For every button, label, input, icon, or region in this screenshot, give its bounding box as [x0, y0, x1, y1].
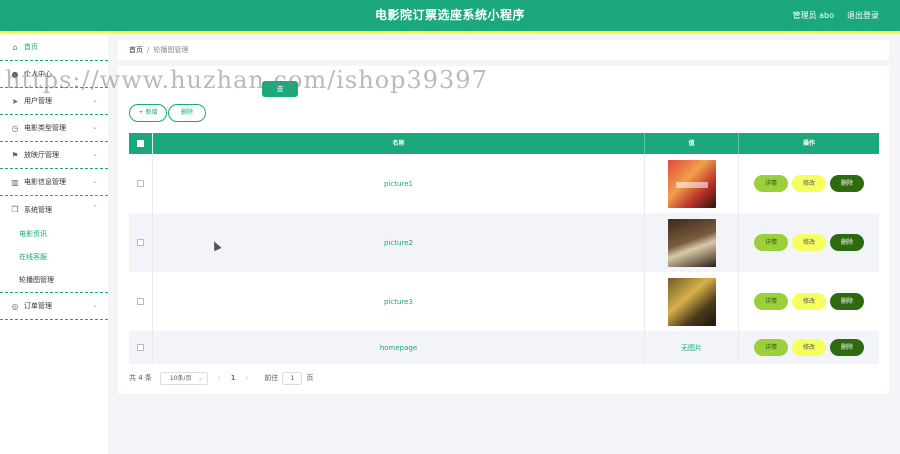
no-image-text: 无图片 — [681, 343, 702, 352]
sidebar-item-label: 用户管理 — [24, 97, 52, 105]
row-checkbox[interactable] — [137, 344, 144, 351]
row-checkbox[interactable] — [137, 180, 144, 187]
table-header: 名称 值 操作 — [129, 133, 879, 154]
add-button[interactable]: + 新增 — [129, 104, 167, 122]
search-button[interactable]: 查 — [262, 81, 298, 97]
detail-button[interactable]: 详情 — [754, 339, 788, 356]
app-title: 电影院订票选座系统小程序 — [374, 8, 525, 22]
goto-label: 前往 — [264, 374, 279, 382]
current-user: 管理员 abo — [792, 11, 834, 20]
header-name: 名称 — [153, 133, 645, 154]
chevron-down-icon: ⌄ — [92, 150, 98, 158]
breadcrumb-current: 轮播图管理 — [153, 46, 189, 54]
total-count: 共 4 条 — [129, 374, 152, 382]
delete-button[interactable]: 删除 — [830, 175, 864, 192]
header-value: 值 — [645, 133, 739, 154]
sidebar-subitem-support[interactable]: 在线客服 — [0, 246, 108, 269]
batch-delete-button[interactable]: 删除 — [168, 104, 206, 122]
detail-button[interactable]: 详情 — [754, 293, 788, 310]
sidebar-item-halls[interactable]: ⚑ 放映厅管理 ⌄ — [0, 142, 108, 169]
clock-icon: ◷ — [11, 123, 19, 133]
chevron-down-icon: ⌄ — [92, 96, 98, 104]
logout-link[interactable]: 退出登录 — [847, 0, 879, 31]
globe-icon: ◎ — [11, 301, 19, 311]
page-size-select[interactable]: 10条/页 ⌄ — [159, 371, 208, 385]
sidebar-item-system[interactable]: ❐ 系统管理 ⌃ — [0, 196, 108, 223]
breadcrumb: 首页 / 轮播图管理 — [118, 40, 889, 60]
sidebar-item-label: 系统管理 — [24, 205, 52, 214]
row-name: picture1 — [384, 179, 413, 188]
delete-button[interactable]: 删除 — [830, 293, 864, 310]
row-name: picture3 — [384, 297, 413, 306]
copy-icon: ❐ — [11, 205, 19, 214]
carousel-table: 名称 值 操作 picture1 详情 修改 删除 picture2 详情 修改… — [129, 133, 879, 364]
sidebar-item-label: 首页 — [24, 43, 38, 51]
sidebar-item-label: 电影类型管理 — [24, 124, 66, 132]
chevron-up-icon: ⌃ — [92, 204, 98, 212]
select-all-checkbox[interactable] — [137, 140, 144, 147]
next-page-icon[interactable]: › — [246, 374, 249, 382]
home-icon: ⌂ — [12, 42, 18, 52]
top-bar: 电影院订票选座系统小程序 管理员 abo 退出登录 — [0, 0, 900, 33]
edit-button[interactable]: 修改 — [792, 234, 826, 251]
sidebar-item-label: 放映厅管理 — [24, 151, 59, 159]
chevron-down-icon: ⌄ — [92, 177, 98, 185]
sidebar-item-movies[interactable]: ▥ 电影信息管理 ⌄ — [0, 169, 108, 196]
row-checkbox[interactable] — [137, 298, 144, 305]
chevron-down-icon: ⌄ — [92, 301, 98, 309]
detail-button[interactable]: 详情 — [754, 175, 788, 192]
sidebar-item-orders[interactable]: ◎ 订单管理 ⌄ — [0, 293, 108, 320]
content-panel: 查 + 新增 删除 名称 值 操作 picture1 详情 修改 删除 pict… — [118, 66, 889, 394]
sidebar-item-profile[interactable]: ● 个人中心 — [0, 61, 108, 88]
pagination: 共 4 条 10条/页 ⌄ ‹ 1 › 前往 1 页 — [129, 371, 313, 385]
header-select-all[interactable] — [129, 133, 153, 154]
sidebar-subitem-news[interactable]: 电影资讯 — [0, 223, 108, 246]
table-row: picture1 详情 修改 删除 — [129, 154, 879, 213]
breadcrumb-home[interactable]: 首页 — [129, 46, 143, 54]
edit-button[interactable]: 修改 — [792, 175, 826, 192]
sidebar-item-home[interactable]: ⌂ 首页 — [0, 34, 108, 61]
chevron-down-icon: ⌄ — [197, 374, 203, 382]
prev-page-icon[interactable]: ‹ — [218, 374, 221, 382]
row-thumbnail — [667, 277, 716, 326]
row-name: picture2 — [384, 238, 413, 247]
breadcrumb-separator: / — [147, 46, 150, 54]
table-row: homepage 无图片 详情 修改 删除 — [129, 331, 879, 364]
flag-icon: ⚑ — [11, 150, 19, 160]
row-thumbnail — [667, 159, 716, 208]
header-ops: 操作 — [802, 140, 815, 147]
header-accent-stripe — [0, 31, 900, 34]
sidebar-item-movie-types[interactable]: ◷ 电影类型管理 ⌄ — [0, 115, 108, 142]
page-number[interactable]: 1 — [231, 374, 236, 382]
row-thumbnail — [667, 218, 716, 267]
sidebar: ⌂ 首页 ● 个人中心 ➤ 用户管理 ⌄ ◷ 电影类型管理 ⌄ ⚑ 放映厅管理 … — [0, 34, 108, 454]
sidebar-item-label: 订单管理 — [24, 302, 52, 310]
delete-button[interactable]: 删除 — [830, 234, 864, 251]
send-icon: ➤ — [11, 96, 19, 106]
sidebar-item-users[interactable]: ➤ 用户管理 ⌄ — [0, 88, 108, 115]
goto-suffix: 页 — [306, 374, 314, 382]
edit-button[interactable]: 修改 — [792, 339, 826, 356]
chevron-down-icon: ⌄ — [92, 123, 98, 131]
user-icon: ● — [11, 69, 19, 79]
delete-button[interactable]: 删除 — [830, 339, 864, 356]
sidebar-item-label: 电影信息管理 — [24, 178, 66, 186]
table-row: picture3 详情 修改 删除 — [129, 272, 879, 331]
table-row: picture2 详情 修改 删除 — [129, 213, 879, 272]
goto-page-input[interactable]: 1 — [282, 371, 303, 385]
edit-button[interactable]: 修改 — [792, 293, 826, 310]
system-submenu: 电影资讯 在线客服 轮播图管理 — [0, 223, 108, 293]
row-name: homepage — [379, 343, 418, 352]
detail-button[interactable]: 详情 — [754, 234, 788, 251]
trash-icon: ▥ — [11, 177, 19, 187]
sidebar-subitem-carousel[interactable]: 轮播图管理 — [0, 269, 108, 292]
sidebar-item-label: 个人中心 — [24, 70, 52, 78]
row-checkbox[interactable] — [137, 239, 144, 246]
